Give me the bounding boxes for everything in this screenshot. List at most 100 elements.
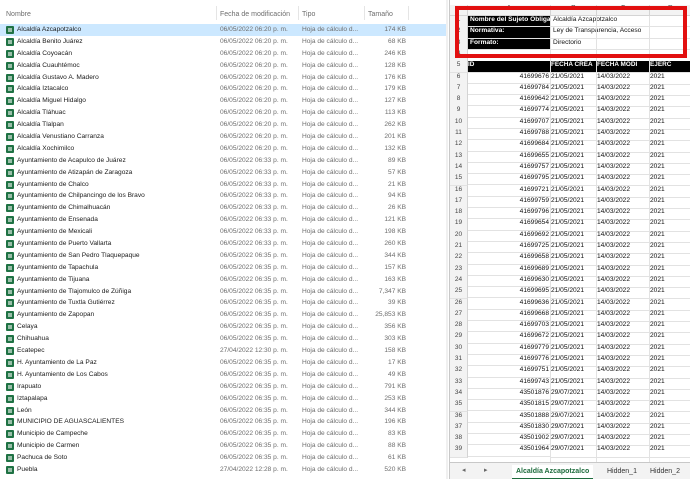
cell-id[interactable]: 41699788 xyxy=(468,129,551,141)
file-row[interactable]: Alcaldía Coyoacán 06/05/2022 06:20 p. m. H… xyxy=(0,48,448,60)
column-header-d[interactable]: D xyxy=(650,5,690,16)
cell-id[interactable]: 41699676 xyxy=(468,73,551,84)
column-header-size[interactable]: Tamaño xyxy=(368,11,393,18)
sheet-tab-hidden-1[interactable]: Hidden_1 xyxy=(607,465,637,478)
file-row[interactable]: Alcaldía Miguel Hidalgo 06/05/2022 06:20 … xyxy=(0,95,448,107)
file-row[interactable]: Ayuntamiento de Chilpancingo de los Brav… xyxy=(0,190,448,202)
meta-label-cell[interactable]: Formato: xyxy=(468,38,551,50)
file-row[interactable]: Ayuntamiento de Chalco 06/05/2022 06:33 p… xyxy=(0,179,448,191)
sheet-tab-alcaldia-azcapotzalco[interactable]: Alcaldía Azcapotzalco xyxy=(512,465,594,479)
tab-scroll-left-icon[interactable]: ◂ xyxy=(462,466,466,474)
cell-id[interactable]: 41699642 xyxy=(468,95,551,107)
cell-id[interactable]: 41699779 xyxy=(468,344,551,355)
meta-value-cell[interactable]: Ley de Transparencia, Acceso xyxy=(551,27,690,39)
file-row[interactable]: Alcaldía Venustiano Carranza 06/05/2022 0… xyxy=(0,131,448,143)
column-divider[interactable] xyxy=(408,6,409,20)
cell-id[interactable]: 41699795 xyxy=(468,174,551,186)
cell-id[interactable]: 41699774 xyxy=(468,106,551,118)
file-row[interactable]: Iztapalapa 06/05/2022 06:35 p. m. Hoja de … xyxy=(0,393,448,405)
file-row[interactable]: Ayuntamiento de Acapulco de Juárez 06/05/… xyxy=(0,155,448,167)
file-row[interactable]: Alcaldía Tlalpan 06/05/2022 06:20 p. m. Ho… xyxy=(0,119,448,131)
meta-value-cell[interactable]: Alcaldía Azcapotzalco xyxy=(551,16,690,28)
file-row[interactable]: Alcaldía Benito Juárez 06/05/2022 06:20 p… xyxy=(0,36,448,48)
file-row[interactable]: Ayuntamiento de Tuxtla Gutiérrez 06/05/20… xyxy=(0,297,448,309)
cell-id[interactable]: 41699654 xyxy=(468,219,551,231)
cell-id[interactable]: 41699689 xyxy=(468,265,551,276)
file-row[interactable]: Municipio de Carmen 06/05/2022 06:35 p. m… xyxy=(0,440,448,452)
cell-ejercicio[interactable]: 2021 xyxy=(650,445,690,458)
cell-id[interactable]: 43501964 xyxy=(468,445,551,457)
file-row[interactable]: Ayuntamiento de Puerto Vallarta 06/05/202… xyxy=(0,238,448,250)
column-header-type[interactable]: Tipo xyxy=(302,11,315,18)
cell-id[interactable]: 41699725 xyxy=(468,242,551,254)
cell-id[interactable]: 41699757 xyxy=(468,163,551,175)
file-row[interactable]: Puebla 27/04/2022 12:28 p. m. Hoja de cálc… xyxy=(0,464,448,476)
row-header[interactable]: 39 xyxy=(450,445,468,458)
sheet-tab-hidden-2[interactable]: Hidden_2 xyxy=(650,465,680,478)
file-row[interactable]: Ayuntamiento de Ensenada 06/05/2022 06:33… xyxy=(0,214,448,226)
cell-id[interactable]: 41699759 xyxy=(468,197,551,209)
cell-id[interactable]: 41699630 xyxy=(468,276,551,288)
tab-scroll-right-icon[interactable]: ▸ xyxy=(484,466,488,474)
file-row[interactable]: Ecatepec 27/04/2022 12:30 p. m. Hoja de cá… xyxy=(0,345,448,357)
cell-id[interactable]: 43501815 xyxy=(468,400,551,412)
cell-id[interactable]: 41699796 xyxy=(468,208,551,220)
file-row[interactable]: Ayuntamiento de San Pedro Tlaquepaque 06/… xyxy=(0,250,448,262)
file-row[interactable]: Alcaldía Gustavo A. Madero 06/05/2022 06:… xyxy=(0,72,448,84)
cell-id[interactable]: 41699692 xyxy=(468,231,551,242)
file-row[interactable]: Ayuntamiento de Atizapán de Zaragoza 06/0… xyxy=(0,167,448,179)
cell-fecha-modificacion[interactable]: 14/03/2022 xyxy=(597,445,650,458)
column-divider[interactable] xyxy=(216,6,217,20)
meta-label-cell[interactable]: Normativa: xyxy=(468,27,551,39)
file-row[interactable]: Ayuntamiento de Mexicali 06/05/2022 06:33… xyxy=(0,226,448,238)
file-row[interactable]: Irapuato 06/05/2022 06:35 p. m. Hoja de cá… xyxy=(0,381,448,393)
file-row[interactable]: Ayuntamiento de Zapopan 06/05/2022 06:35 … xyxy=(0,309,448,321)
meta-value-cell[interactable]: Directorio xyxy=(551,39,690,50)
file-row[interactable]: Alcaldía Tláhuac 06/05/2022 06:20 p. m. Ho… xyxy=(0,107,448,119)
file-row[interactable]: Ayuntamiento de Tlajomulco de Zúñiga 06/0… xyxy=(0,286,448,298)
file-row[interactable]: Municipio de Campeche 06/05/2022 06:35 p.… xyxy=(0,428,448,440)
file-row[interactable]: Alcaldía Xochimilco 06/05/2022 06:20 p. m… xyxy=(0,143,448,155)
cell-id[interactable]: 41699707 xyxy=(468,118,551,129)
cell-fecha-creacion[interactable]: 29/07/2021 xyxy=(551,445,597,458)
explorer-scrollbar[interactable] xyxy=(446,0,448,479)
cell-id[interactable]: 41699658 xyxy=(468,253,551,265)
cell-id[interactable]: 41699743 xyxy=(468,378,551,389)
cell-id[interactable]: 41699751 xyxy=(468,366,551,378)
file-row[interactable]: MUNICIPIO DE AGUASCALIENTES 06/05/2022 06… xyxy=(0,416,448,428)
cell-id[interactable]: 43501830 xyxy=(468,423,551,435)
column-header-name[interactable]: Nombre xyxy=(6,11,31,18)
meta-label-cell[interactable]: Nombre del Sujeto Obligado: xyxy=(468,16,551,28)
column-header-a[interactable]: A xyxy=(468,5,551,16)
select-all-corner[interactable] xyxy=(450,5,468,16)
cell-id[interactable]: 41699636 xyxy=(468,299,551,310)
cell-id[interactable]: 43501876 xyxy=(468,389,551,401)
cell-id[interactable]: 41699655 xyxy=(468,152,551,163)
file-row[interactable]: Celaya 06/05/2022 06:35 p. m. Hoja de cálc… xyxy=(0,321,448,333)
column-header-date[interactable]: Fecha de modificación xyxy=(220,11,290,18)
cell-id[interactable]: 43501902 xyxy=(468,434,551,446)
column-divider[interactable] xyxy=(298,6,299,20)
cell-id[interactable]: 41699776 xyxy=(468,355,551,367)
file-row[interactable]: Ayuntamiento de Chimalhuacán 06/05/2022 0… xyxy=(0,202,448,214)
file-row[interactable]: Alcaldía Cuauhtémoc 06/05/2022 06:20 p. m… xyxy=(0,60,448,72)
cell-id[interactable]: 41699695 xyxy=(468,287,551,299)
file-row[interactable]: Pachuca de Soto 06/05/2022 06:35 p. m. Hoj… xyxy=(0,452,448,464)
file-row[interactable]: H. Ayuntamiento de Los Cabos 06/05/2022 0… xyxy=(0,369,448,381)
file-row[interactable]: Ayuntamiento de Tapachula 06/05/2022 06:3… xyxy=(0,262,448,274)
cell-id[interactable]: 41699784 xyxy=(468,84,551,96)
file-row[interactable]: H. Ayuntamiento de La Paz 06/05/2022 06:3… xyxy=(0,357,448,369)
cell-id[interactable]: 41699668 xyxy=(468,310,551,322)
cell-id[interactable]: 41699703 xyxy=(468,321,551,333)
file-row[interactable]: Chihuahua 06/05/2022 06:35 p. m. Hoja de c… xyxy=(0,333,448,345)
column-divider[interactable] xyxy=(364,6,365,20)
cell-id[interactable]: 41699721 xyxy=(468,186,551,197)
cell-id[interactable]: 41699672 xyxy=(468,332,551,344)
cell-id[interactable]: 43501888 xyxy=(468,412,551,423)
file-row[interactable]: León 06/05/2022 06:35 p. m. Hoja de cálcul… xyxy=(0,405,448,417)
file-row[interactable]: Ayuntamiento de Tijuana 06/05/2022 06:35 … xyxy=(0,274,448,286)
column-header-b[interactable]: B xyxy=(551,5,597,16)
file-row[interactable]: Alcaldía Azcapotzalco 06/05/2022 06:20 p.… xyxy=(0,24,448,36)
cell-id[interactable]: 41699684 xyxy=(468,140,551,152)
file-row[interactable]: Alcaldía Iztacalco 06/05/2022 06:20 p. m.… xyxy=(0,83,448,95)
